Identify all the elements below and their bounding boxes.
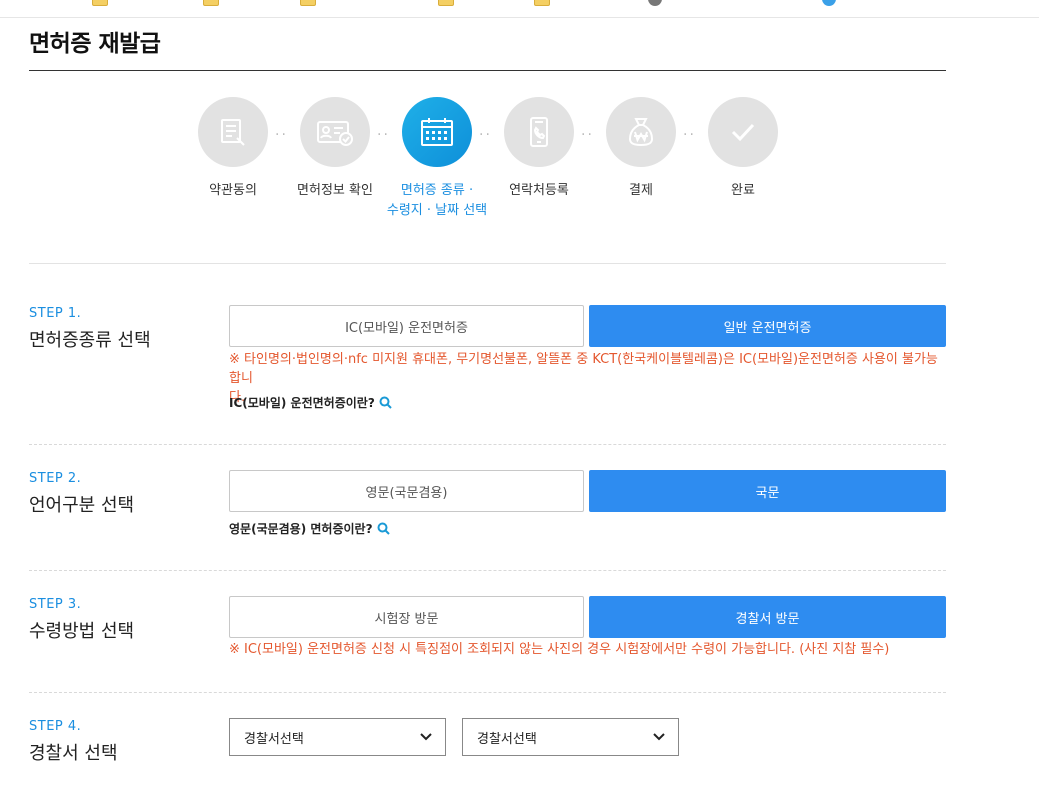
step-circle-active bbox=[402, 97, 472, 167]
step4-number: STEP 4. bbox=[29, 719, 81, 734]
chevron-down-icon bbox=[419, 732, 433, 742]
search-icon bbox=[379, 396, 392, 409]
step1-number: STEP 1. bbox=[29, 306, 81, 321]
police-region-select[interactable]: 경찰서선택 bbox=[229, 718, 446, 756]
progress-step-complete: 완료 bbox=[688, 97, 798, 201]
english-license-help-link[interactable]: 영문(국문겸용) 면허증이란? bbox=[229, 520, 390, 537]
section-divider bbox=[29, 444, 946, 445]
progress-step-terms: 약관동의 bbox=[178, 97, 288, 201]
progress-step-type-select: 면허증 종류 · 수령지 · 날짜 선택 bbox=[382, 97, 492, 221]
korean-license-option[interactable]: 국문 bbox=[589, 470, 946, 512]
step2-number: STEP 2. bbox=[29, 471, 81, 486]
step-circle bbox=[198, 97, 268, 167]
folder-icon[interactable] bbox=[92, 0, 108, 6]
money-bag-won-icon bbox=[625, 115, 657, 149]
folder-icon[interactable] bbox=[203, 0, 219, 6]
step3-number: STEP 3. bbox=[29, 597, 81, 612]
regular-license-option[interactable]: 일반 운전면허증 bbox=[589, 305, 946, 347]
select-value: 경찰서선택 bbox=[244, 728, 304, 747]
step3-notice: ※ IC(모바일) 운전면허증 신청 시 특징점이 조회되지 않는 사진의 경우… bbox=[229, 640, 946, 659]
folder-icon[interactable] bbox=[534, 0, 550, 6]
help-label: 영문(국문겸용) 면허증이란? bbox=[229, 520, 373, 537]
police-station-visit-option[interactable]: 경찰서 방문 bbox=[589, 596, 946, 638]
folder-icon[interactable] bbox=[438, 0, 454, 6]
select-value: 경찰서선택 bbox=[477, 728, 537, 747]
page-title: 면허증 재발급 bbox=[29, 24, 160, 58]
step-circle bbox=[708, 97, 778, 167]
phone-icon bbox=[523, 115, 555, 149]
site-icon[interactable] bbox=[822, 0, 836, 6]
ic-license-help-link[interactable]: IC(모바일) 운전면허증이란? bbox=[229, 394, 392, 411]
section-divider bbox=[29, 692, 946, 693]
calendar-icon bbox=[419, 116, 455, 148]
progress-step-contact: 연락처등록 bbox=[484, 97, 594, 201]
step-label-active: 면허증 종류 · 수령지 · 날짜 선택 bbox=[382, 181, 492, 221]
step1-title: 면허증종류 선택 bbox=[29, 326, 151, 352]
document-edit-icon bbox=[217, 116, 249, 148]
bookmarks-bar bbox=[0, 0, 1039, 18]
english-license-option[interactable]: 영문(국문겸용) bbox=[229, 470, 584, 512]
step-label-line: 수령지 · 날짜 선택 bbox=[387, 203, 487, 218]
step-label: 결제 bbox=[586, 181, 696, 201]
step-label: 완료 bbox=[688, 181, 798, 201]
globe-icon[interactable] bbox=[648, 0, 662, 6]
step-circle bbox=[300, 97, 370, 167]
progress-step-payment: 결제 bbox=[586, 97, 696, 201]
search-icon bbox=[377, 522, 390, 535]
step-label: 약관동의 bbox=[178, 181, 288, 201]
id-card-check-icon bbox=[315, 116, 355, 148]
section-divider bbox=[29, 263, 946, 264]
step-circle bbox=[504, 97, 574, 167]
folder-icon[interactable] bbox=[300, 0, 316, 6]
step-label: 면허정보 확인 bbox=[280, 181, 390, 201]
ic-mobile-license-option[interactable]: IC(모바일) 운전면허증 bbox=[229, 305, 584, 347]
help-label: IC(모바일) 운전면허증이란? bbox=[229, 394, 375, 411]
step-label-line: 면허증 종류 · bbox=[401, 183, 473, 198]
step2-title: 언어구분 선택 bbox=[29, 491, 134, 517]
notice-line: ※ 타인명의·법인명의·nfc 미지원 휴대폰, 무기명선불폰, 알뜰폰 중 K… bbox=[229, 352, 938, 386]
chevron-down-icon bbox=[652, 732, 666, 742]
progress-step-license-info: 면허정보 확인 bbox=[280, 97, 390, 201]
step3-title: 수령방법 선택 bbox=[29, 617, 134, 643]
step-circle bbox=[606, 97, 676, 167]
section-divider bbox=[29, 570, 946, 571]
police-station-select[interactable]: 경찰서선택 bbox=[462, 718, 679, 756]
title-divider bbox=[29, 70, 946, 71]
step-label: 연락처등록 bbox=[484, 181, 594, 201]
step4-title: 경찰서 선택 bbox=[29, 739, 118, 765]
check-icon bbox=[728, 117, 758, 147]
test-center-visit-option[interactable]: 시험장 방문 bbox=[229, 596, 584, 638]
